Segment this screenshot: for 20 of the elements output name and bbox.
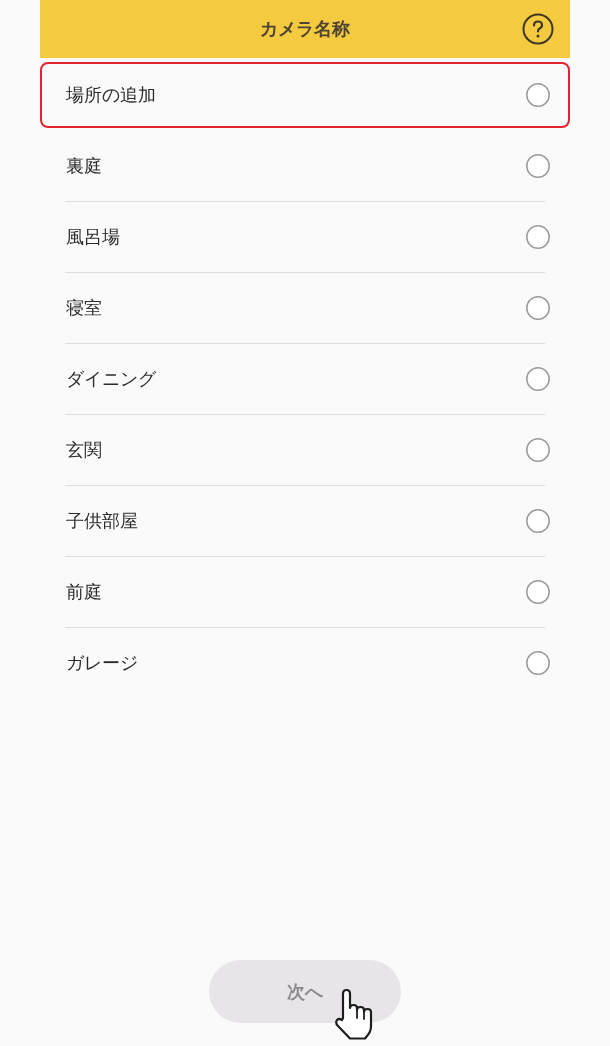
radio-button[interactable]: [526, 154, 550, 178]
radio-button[interactable]: [526, 438, 550, 462]
location-option[interactable]: 風呂場: [40, 202, 570, 272]
radio-button[interactable]: [526, 580, 550, 604]
radio-button[interactable]: [526, 83, 550, 107]
location-option[interactable]: ガレージ: [40, 628, 570, 698]
location-option[interactable]: 場所の追加: [40, 62, 570, 128]
radio-button[interactable]: [526, 509, 550, 533]
location-option[interactable]: ダイニング: [40, 344, 570, 414]
location-option[interactable]: 前庭: [40, 557, 570, 627]
screen-title: カメラ名称: [260, 17, 350, 41]
radio-button[interactable]: [526, 651, 550, 675]
radio-button[interactable]: [526, 225, 550, 249]
radio-button[interactable]: [526, 296, 550, 320]
location-option[interactable]: 子供部屋: [40, 486, 570, 556]
location-option[interactable]: 寝室: [40, 273, 570, 343]
radio-button[interactable]: [526, 367, 550, 391]
help-icon[interactable]: [522, 13, 554, 45]
location-option[interactable]: 裏庭: [40, 131, 570, 201]
location-option[interactable]: 玄関: [40, 415, 570, 485]
